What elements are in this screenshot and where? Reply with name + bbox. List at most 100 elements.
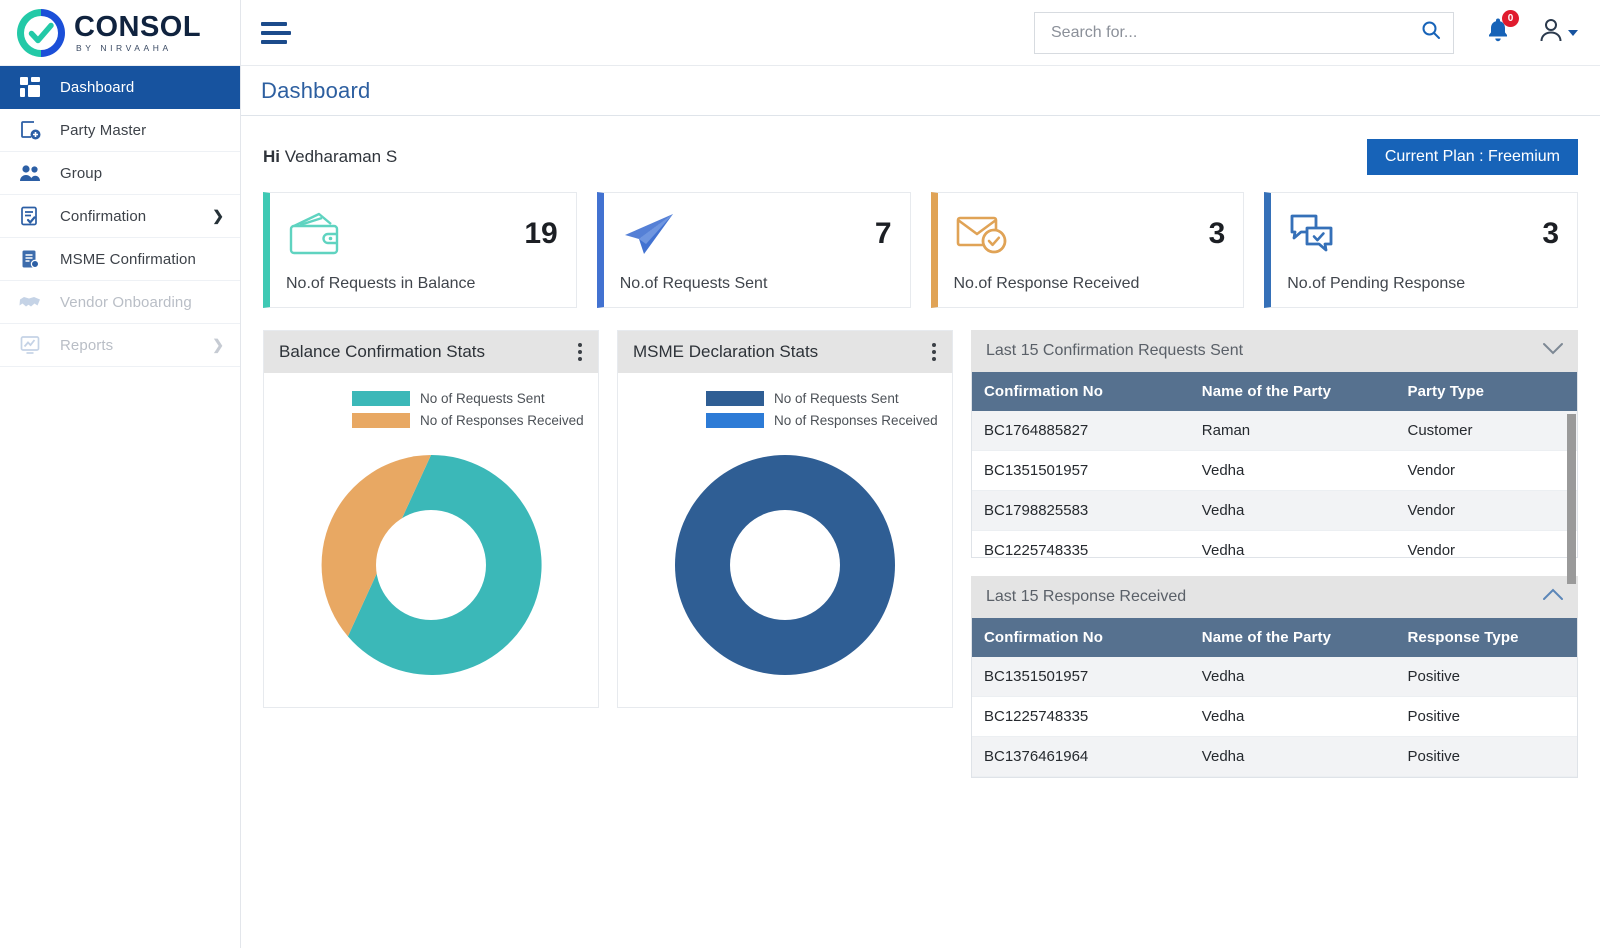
legend-swatch <box>352 390 410 406</box>
notifications-button[interactable]: 0 <box>1486 10 1519 48</box>
cell-confirmation-no[interactable]: BC1225748335 <box>972 530 1190 557</box>
cell-party-type: Customer <box>1395 411 1577 451</box>
cell-confirmation-no: BC1764885827 <box>972 411 1190 451</box>
sidebar-item-label: Group <box>60 164 103 182</box>
stat-cards: 19 No.of Requests in Balance 7 No.of Req… <box>263 192 1578 308</box>
sidebar-item-vendor-onboarding[interactable]: Vendor Onboarding <box>0 281 240 324</box>
legend-label: No of Requests Sent <box>420 390 545 406</box>
stat-card-label: No.of Pending Response <box>1287 275 1466 292</box>
bell-icon <box>1486 18 1510 47</box>
chevron-right-icon[interactable]: ❯ <box>212 337 224 354</box>
table-row[interactable]: BC1351501957 Vedha Vendor <box>972 450 1577 491</box>
app-root: CONSOL BY NIRVAAHA Dashboard Party Maste… <box>0 0 1600 948</box>
cell-response-type: Positive <box>1395 736 1577 777</box>
panel-title: Last 15 Confirmation Requests Sent <box>986 342 1244 359</box>
sidebar-item-confirmation[interactable]: Confirmation ❯ <box>0 195 240 238</box>
chart-legend: No of Requests Sent No of Responses Rece… <box>274 387 588 431</box>
cell-confirmation-no[interactable]: BC1225748335 <box>972 696 1190 737</box>
user-menu-button[interactable] <box>1538 17 1578 48</box>
cell-party-type: Vendor <box>1395 450 1577 491</box>
sidebar-item-party-master[interactable]: Party Master <box>0 109 240 152</box>
sidebar-item-label: Confirmation <box>60 207 147 225</box>
column-header: Party Type <box>1395 372 1577 411</box>
confirmation-checklist-icon <box>16 206 44 226</box>
legend-swatch <box>706 390 764 406</box>
scrollbar-thumb[interactable] <box>1567 414 1576 584</box>
legend-label: No of Responses Received <box>774 412 938 428</box>
cell-party-type: Vendor <box>1395 490 1577 531</box>
legend-swatch <box>706 412 764 428</box>
table-requests-sent: Confirmation No Name of the Party Party … <box>972 372 1577 557</box>
table-scroll-area[interactable]: Confirmation No Name of the Party Party … <box>972 372 1577 557</box>
dashboard-grid-icon <box>16 77 44 97</box>
sidebar-item-msme-confirmation[interactable]: MSME Confirmation <box>0 238 240 281</box>
sidebar-item-group[interactable]: Group <box>0 152 240 195</box>
table-row[interactable]: BC1351501957 Vedha Positive <box>972 657 1577 697</box>
search-input[interactable] <box>1051 23 1421 42</box>
reports-chart-icon <box>16 336 44 354</box>
chart-body: No of Requests Sent No of Responses Rece… <box>618 373 952 707</box>
kebab-menu-icon[interactable] <box>928 339 940 365</box>
table-row[interactable]: BC1764885827 Raman Customer <box>972 411 1577 451</box>
table-row[interactable]: BC1225748335 Vedha Vendor <box>972 530 1577 557</box>
donut-chart-msme[interactable] <box>628 439 942 691</box>
stat-card-requests-in-balance[interactable]: 19 No.of Requests in Balance <box>263 192 577 308</box>
sidebar-item-label: Dashboard <box>60 78 135 96</box>
donut-chart-balance[interactable] <box>274 439 588 691</box>
sidebar-item-dashboard[interactable]: Dashboard <box>0 66 240 109</box>
chevron-down-icon[interactable] <box>1542 342 1564 360</box>
stat-card-label: No.of Requests in Balance <box>286 275 476 292</box>
cell-confirmation-no[interactable]: BC1351501957 <box>972 450 1190 491</box>
stat-card-pending-response[interactable]: 3 No.of Pending Response <box>1264 192 1578 308</box>
chevron-down-icon[interactable] <box>1568 29 1578 36</box>
chevron-right-icon[interactable]: ❯ <box>212 208 224 225</box>
table-row[interactable]: BC1798825583 Vedha Vendor <box>972 490 1577 531</box>
current-plan-button[interactable]: Current Plan : Freemium <box>1366 139 1578 175</box>
topbar-actions: 0 <box>1034 10 1578 54</box>
column-header: Name of the Party <box>1189 372 1396 411</box>
table-header-row: Confirmation No Name of the Party Party … <box>972 372 1577 411</box>
panel-last-15-requests-sent: Last 15 Confirmation Requests Sent Confi… <box>971 330 1578 584</box>
column-header: Confirmation No <box>972 372 1190 411</box>
search-box[interactable] <box>1034 11 1454 54</box>
panel-header[interactable]: Last 15 Response Received <box>971 576 1578 618</box>
legend-item[interactable]: No of Responses Received <box>706 409 942 431</box>
greeting-text: Hi Vedharaman S <box>263 147 397 167</box>
table-row[interactable]: BC1225748335 Vedha Positive <box>972 696 1577 737</box>
envelope-check-icon <box>954 210 1014 258</box>
sidebar-item-label: MSME Confirmation <box>60 250 196 268</box>
chevron-up-icon[interactable] <box>1542 588 1564 606</box>
chart-card-msme-declaration: MSME Declaration Stats No of Requests Se… <box>617 330 953 708</box>
stat-card-value: 7 <box>874 217 892 250</box>
chart-title: Balance Confirmation Stats <box>279 342 485 361</box>
cell-party-name: Vedha <box>1189 450 1396 491</box>
dashboard-panels: Balance Confirmation Stats No of Request… <box>263 330 1578 778</box>
chart-title: MSME Declaration Stats <box>633 342 819 361</box>
table-header-row: Confirmation No Name of the Party Respon… <box>972 618 1577 657</box>
chart-card-balance-confirmation: Balance Confirmation Stats No of Request… <box>263 330 599 708</box>
wallet-icon <box>286 210 346 258</box>
cell-party-name: Vedha <box>1189 696 1396 737</box>
stat-card-label: No.of Response Received <box>953 275 1140 292</box>
table-row[interactable]: BC1376461964 Vedha Positive <box>972 736 1577 777</box>
legend-item[interactable]: No of Requests Sent <box>706 387 942 409</box>
legend-item[interactable]: No of Responses Received <box>352 409 588 431</box>
column-header: Response Type <box>1395 618 1577 657</box>
kebab-menu-icon[interactable] <box>574 339 586 365</box>
stat-card-value: 19 <box>524 217 558 250</box>
table-scrollbar[interactable] <box>1567 414 1576 584</box>
party-add-icon <box>16 120 44 141</box>
hamburger-icon[interactable] <box>261 21 291 44</box>
dashboard-content: Hi Vedharaman S Current Plan : Freemium <box>241 116 1600 948</box>
stat-card-requests-sent[interactable]: 7 No.of Requests Sent <box>596 192 911 308</box>
sidebar-item-reports[interactable]: Reports ❯ <box>0 324 240 367</box>
stat-card-response-received[interactable]: 3 No.of Response Received <box>930 192 1245 308</box>
panel-header[interactable]: Last 15 Confirmation Requests Sent <box>971 330 1578 372</box>
sidebar-item-label: Reports <box>60 336 114 354</box>
legend-item[interactable]: No of Requests Sent <box>352 387 588 409</box>
consol-check-logo-icon <box>14 6 68 60</box>
search-icon[interactable] <box>1421 20 1441 45</box>
legend-swatch <box>352 412 410 428</box>
brand-logo[interactable]: CONSOL BY NIRVAAHA <box>0 0 240 66</box>
table-container: Confirmation No Name of the Party Party … <box>971 372 1578 584</box>
